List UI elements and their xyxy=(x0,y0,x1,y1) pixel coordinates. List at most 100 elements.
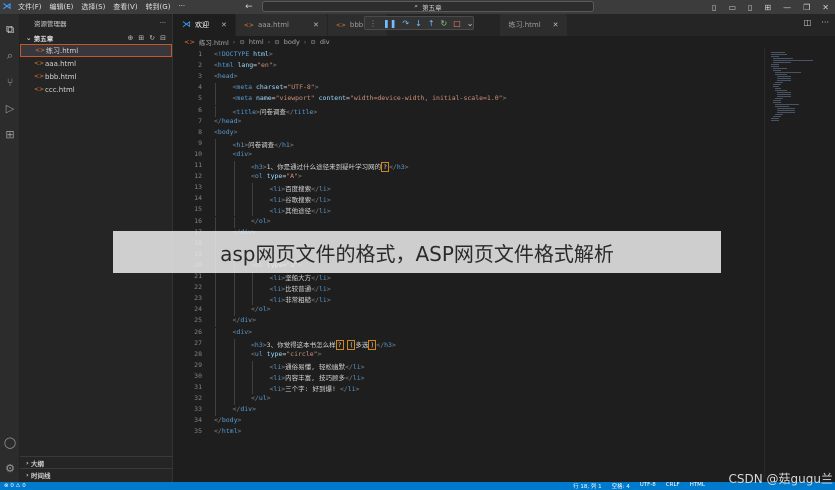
file-item-ccc[interactable]: <> ccc.html xyxy=(20,83,172,96)
menu-selection[interactable]: 选择(S) xyxy=(81,2,105,12)
search-icon: ⌕ xyxy=(414,2,419,10)
indent-guide xyxy=(233,349,235,361)
breadcrumb-item-body[interactable]: body xyxy=(284,38,300,46)
minimap-line xyxy=(771,64,779,65)
workspace-folder[interactable]: ⌄ 第五章 ⊕ ⊞ ↻ ⊟ xyxy=(20,32,172,44)
layout-icon[interactable]: ⊞ xyxy=(764,3,771,12)
cursor-position[interactable]: 行 18, 列 1 xyxy=(573,482,602,490)
indent-guide xyxy=(233,394,235,406)
minimap-line xyxy=(773,100,781,101)
code-line: <li>比较普通</li> xyxy=(269,285,331,294)
problems-count[interactable]: ⊗ 0 ⚠ 0 xyxy=(4,483,26,489)
line-number: 11 xyxy=(194,161,202,169)
command-center-search[interactable]: ⌕ 第五章 xyxy=(262,1,594,12)
file-name: 练习.html xyxy=(46,46,79,55)
minimap-line xyxy=(771,66,779,67)
line-number: 16 xyxy=(194,216,202,225)
indent-guide xyxy=(233,272,235,284)
close-icon[interactable]: ✕ xyxy=(553,21,559,29)
minimap-line xyxy=(775,74,787,75)
code-line: <li>内容丰富, 技巧顾多</li> xyxy=(269,373,365,382)
run-debug-icon[interactable]: ▷ xyxy=(0,98,20,118)
extensions-icon[interactable]: ⊞ xyxy=(0,124,20,144)
indent-guide xyxy=(215,194,216,206)
split-editor-icon[interactable]: ◫ xyxy=(804,18,812,27)
breadcrumb-item-html[interactable]: html xyxy=(249,38,264,46)
file-item-aaa[interactable]: <> aaa.html xyxy=(20,57,172,70)
stop-icon[interactable]: □ xyxy=(453,19,461,28)
new-file-icon[interactable]: ⊕ xyxy=(128,34,134,42)
restart-icon[interactable]: ↻ xyxy=(441,19,448,28)
menu-view[interactable]: 查看(V) xyxy=(113,2,137,12)
indent-guide xyxy=(233,338,235,350)
line-number: 29 xyxy=(194,360,202,369)
indentation[interactable]: 空格: 4 xyxy=(612,482,630,490)
outline-section[interactable]: › 大纲 xyxy=(20,456,173,468)
indent-guide xyxy=(233,294,235,306)
indent-guide xyxy=(215,349,216,361)
file-item-practice[interactable]: <> 练习.html xyxy=(20,44,172,57)
indent-guide xyxy=(215,83,216,95)
explorer-more-icon[interactable]: ··· xyxy=(160,19,166,27)
refresh-icon[interactable]: ↻ xyxy=(149,34,155,42)
search-view-icon[interactable]: ⌕ xyxy=(0,46,20,66)
minimap-line xyxy=(777,94,791,95)
account-icon[interactable]: ◯ xyxy=(0,432,20,452)
file-item-bbb[interactable]: <> bbb.html xyxy=(20,70,172,83)
breadcrumb-item-file[interactable]: 练习.html xyxy=(199,37,229,47)
breadcrumb-item-div[interactable]: div xyxy=(320,38,330,46)
minimize-icon[interactable]: — xyxy=(783,3,791,12)
indent-guide xyxy=(252,283,253,295)
maximize-icon[interactable]: ❐ xyxy=(803,3,810,12)
minimap-line xyxy=(777,78,791,79)
tab-welcome[interactable]: ⋊ 欢迎 ✕ xyxy=(174,14,236,36)
explorer-icon[interactable]: ⧉ xyxy=(0,20,20,40)
indent-guide xyxy=(215,327,216,339)
indent-guide xyxy=(252,371,253,383)
menu-go[interactable]: 转到(G) xyxy=(146,2,171,12)
line-number: 5 xyxy=(198,94,202,103)
file-name: ccc.html xyxy=(45,85,75,94)
tab-practice[interactable]: 练习.html ✕ xyxy=(500,14,568,36)
settings-gear-icon[interactable]: ⚙ xyxy=(0,458,20,478)
indent-guide xyxy=(233,216,235,228)
toggle-panel-icon[interactable]: ▭ xyxy=(728,3,736,12)
folder-name: 第五章 xyxy=(33,35,54,43)
code-line: </div> xyxy=(232,316,257,325)
vscode-icon: ⋊ xyxy=(182,20,191,30)
close-window-icon[interactable]: ✕ xyxy=(822,3,829,12)
source-control-icon[interactable]: ⑂ xyxy=(0,72,20,92)
indent-guide xyxy=(215,138,216,150)
tab-aaa[interactable]: <> aaa.html ✕ xyxy=(235,14,328,36)
more-actions-icon[interactable]: ··· xyxy=(821,18,829,27)
pause-icon[interactable]: ❚❚ xyxy=(383,19,396,28)
encoding[interactable]: UTF-8 xyxy=(640,482,656,490)
step-over-icon[interactable]: ↷ xyxy=(402,19,409,28)
back-arrow-icon[interactable]: ← xyxy=(245,2,253,12)
indent-guide xyxy=(233,283,235,295)
toggle-secondary-sidebar-icon[interactable]: ▯ xyxy=(748,3,752,12)
explorer-toolbar: ⊕ ⊞ ↻ ⊟ xyxy=(128,34,167,42)
new-folder-icon[interactable]: ⊞ xyxy=(138,34,144,42)
debug-toolbar: ⋮ ❚❚ ↷ ↓ ↑ ↻ □ ⌄ xyxy=(364,16,474,30)
toggle-sidebar-icon[interactable]: ▯ xyxy=(712,3,716,12)
line-number: 12 xyxy=(194,172,202,181)
drag-handle-icon[interactable]: ⋮ xyxy=(369,19,377,28)
chevron-down-icon[interactable]: ⌄ xyxy=(467,19,474,28)
timeline-section[interactable]: › 时间线 xyxy=(20,468,173,480)
step-out-icon[interactable]: ↑ xyxy=(428,19,435,28)
collapse-all-icon[interactable]: ⊟ xyxy=(160,34,166,42)
menu-edit[interactable]: 编辑(E) xyxy=(50,2,74,12)
menu-file[interactable]: 文件(F) xyxy=(18,2,42,12)
minimap[interactable] xyxy=(764,48,835,478)
language-mode[interactable]: HTML xyxy=(690,482,705,490)
minimap-line xyxy=(777,108,795,109)
close-icon[interactable]: ✕ xyxy=(221,21,227,29)
close-icon[interactable]: ✕ xyxy=(313,21,319,29)
menu-more-icon[interactable]: ··· xyxy=(178,2,185,12)
step-into-icon[interactable]: ↓ xyxy=(415,19,422,28)
line-ending[interactable]: CRLF xyxy=(666,482,680,490)
chevron-right-icon: › xyxy=(267,38,271,46)
code-line: <html lang="en"> xyxy=(214,61,277,70)
code-line: <ul type="circle"> xyxy=(251,349,322,358)
